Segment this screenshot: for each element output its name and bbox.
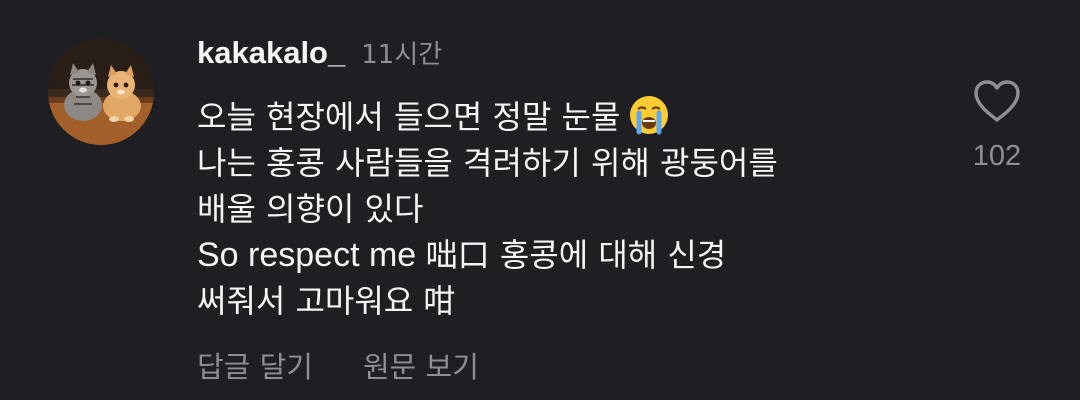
comment-line-text: So respect me (197, 236, 426, 274)
comment-line-text: 써줘서 고마워요 咁 (197, 282, 456, 320)
comment-line-text: 배울 의향이 있다 (197, 190, 424, 228)
like-count: 102 (972, 140, 1022, 172)
comment-text: 오늘 현장에서 들으면 정말 눈물 나는 홍콩 사람들을 격려하기 위해 광둥어… (197, 94, 957, 324)
comment-line: 오늘 현장에서 들으면 정말 눈물 (197, 94, 957, 140)
loudly-crying-face-emoji-icon (630, 96, 669, 135)
username[interactable]: kakakalo_ (197, 35, 345, 71)
timestamp: 11시간 (361, 40, 443, 70)
view-original-button[interactable]: 원문 보기 (363, 344, 479, 386)
heart-outline-icon[interactable] (972, 78, 1022, 124)
comment-line: So respect me 咄口 홍콩에 대해 신경 (197, 232, 957, 278)
comment-line: 써줘서 고마워요 咁 (197, 278, 957, 324)
avatar[interactable] (48, 39, 154, 145)
comment-line: 나는 홍콩 사람들을 격려하기 위해 광둥어를 (197, 140, 957, 186)
comment-header: kakakalo_ 11시간 (197, 34, 442, 74)
comment-item: kakakalo_ 11시간 오늘 현장에서 들으면 정말 눈물 나는 홍콩 사… (0, 0, 1080, 400)
avatar-cats-image (48, 39, 154, 145)
comment-line-text: 오늘 현장에서 들으면 정말 눈물 (197, 98, 621, 136)
comment-actions: 답글 달기 원문 보기 (197, 344, 479, 386)
reply-button[interactable]: 답글 달기 (197, 344, 313, 386)
comment-line: 배울 의향이 있다 (197, 186, 957, 232)
comment-line-text: 나는 홍콩 사람들을 격려하기 위해 광둥어를 (197, 144, 778, 182)
like-section: 102 (966, 78, 1028, 173)
comment-line-text: 咄口 홍콩에 대해 신경 (425, 236, 727, 274)
